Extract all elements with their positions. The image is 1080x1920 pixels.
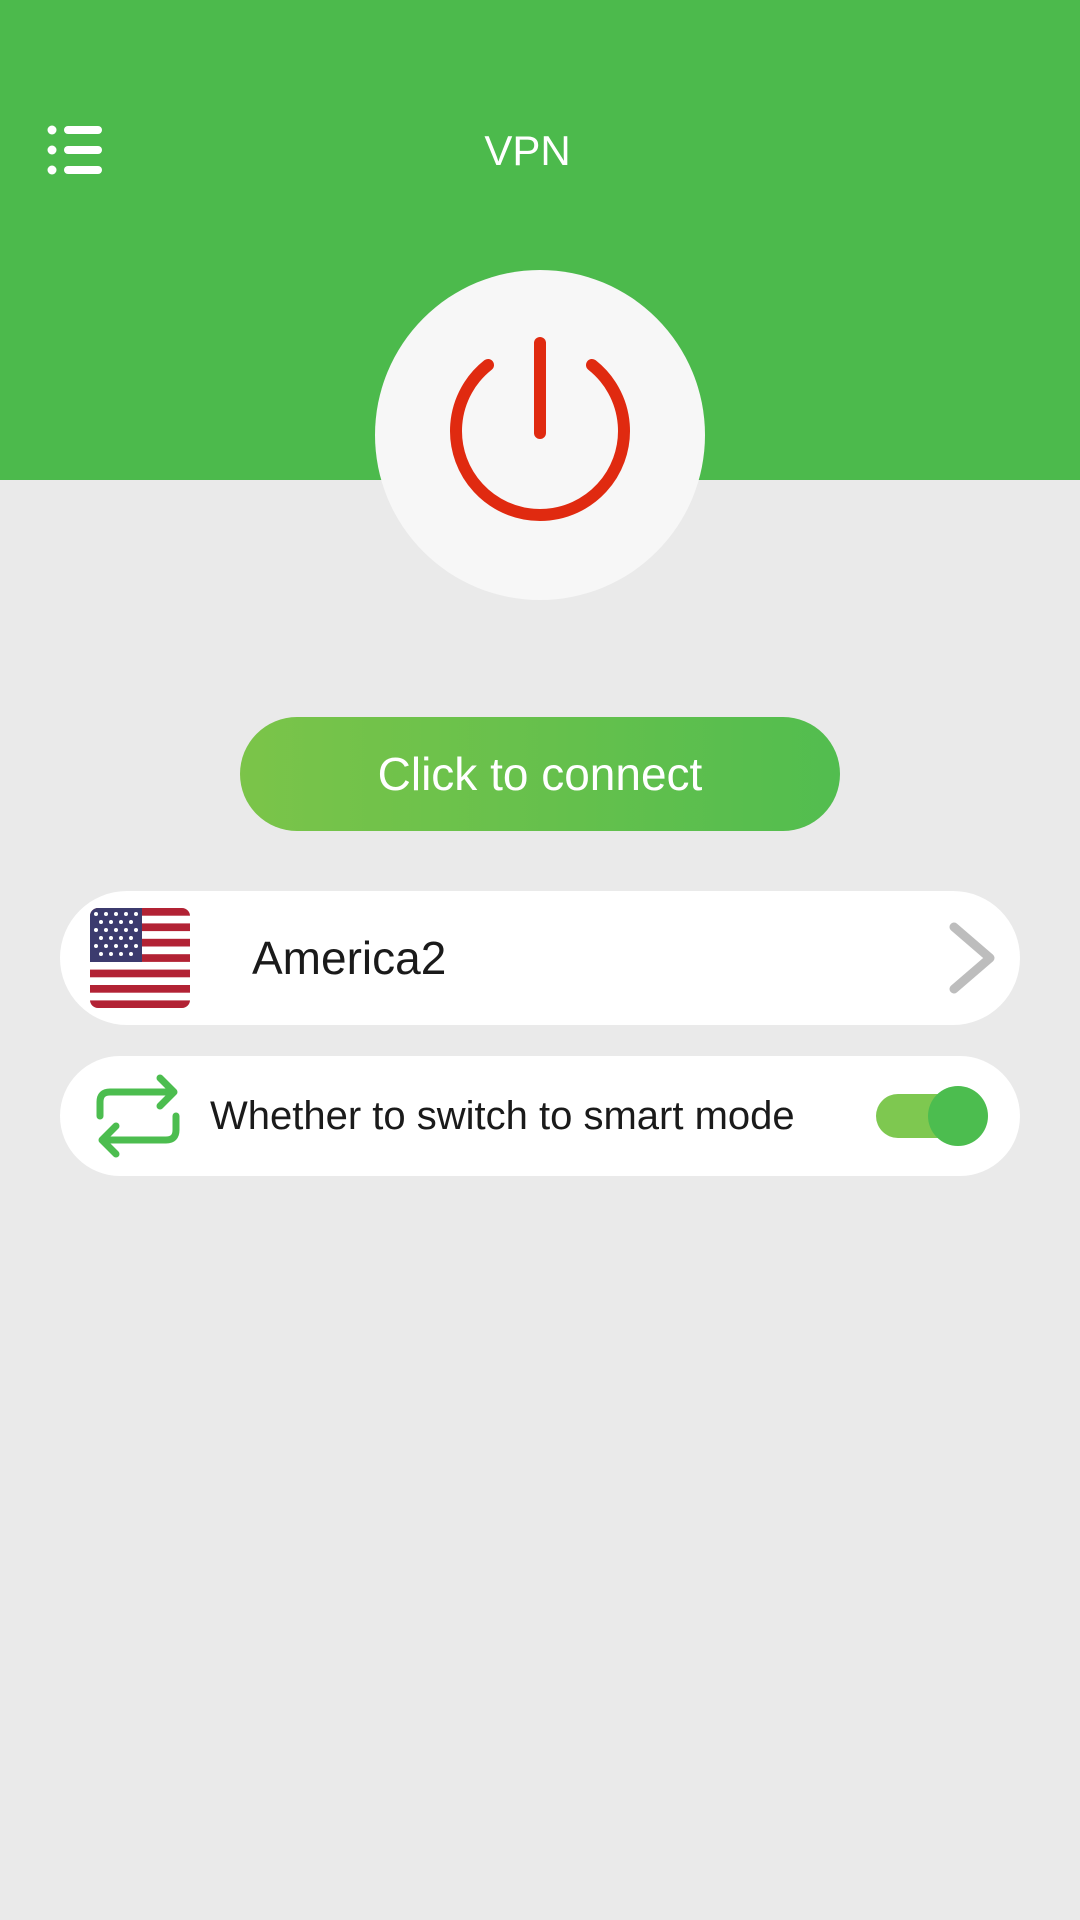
power-icon xyxy=(450,337,630,521)
smart-mode-toggle[interactable] xyxy=(876,1086,992,1146)
server-selector[interactable]: America2 xyxy=(60,891,1020,1025)
page-title: VPN xyxy=(484,127,571,174)
toggle-knob xyxy=(928,1086,988,1146)
vpn-screen: VPN Click to connect America2 Whether to… xyxy=(0,0,1080,1920)
server-name: America2 xyxy=(252,932,447,984)
us-flag-icon xyxy=(90,908,190,1008)
repeat-switch-icon xyxy=(96,1074,180,1158)
smart-mode-label: Whether to switch to smart mode xyxy=(210,1093,795,1138)
chevron-right-icon xyxy=(949,922,995,994)
power-button[interactable] xyxy=(375,270,705,600)
connect-button[interactable]: Click to connect xyxy=(240,717,840,831)
smart-mode-row: Whether to switch to smart mode xyxy=(60,1056,1020,1176)
